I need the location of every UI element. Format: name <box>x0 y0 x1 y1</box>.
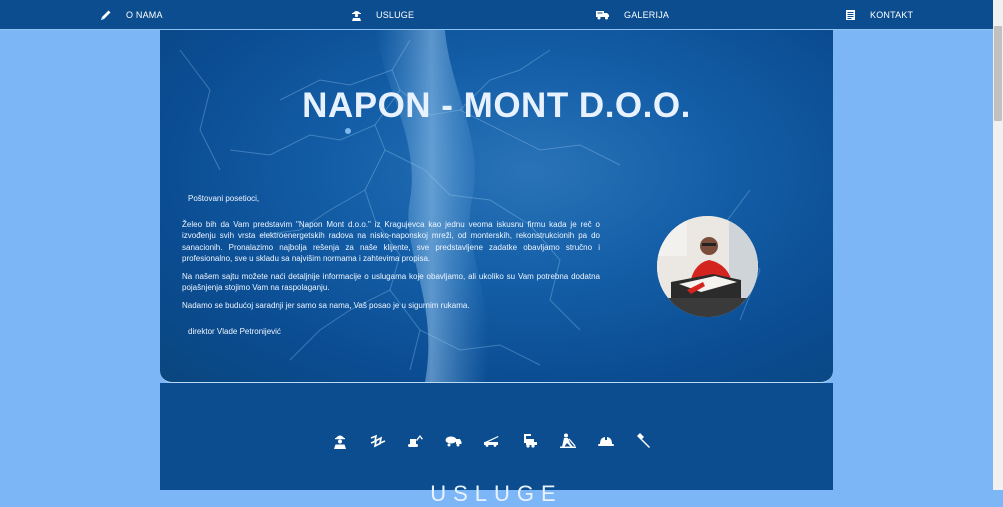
services-section: USLUGE <box>160 383 833 506</box>
top-navigation: O NAMA USLUGE GALERIJA KONTAKT <box>0 0 993 30</box>
nav-label: O NAMA <box>126 9 163 20</box>
loader-icon[interactable] <box>520 431 539 450</box>
page-title: NAPON - MONT D.O.O. <box>302 86 691 125</box>
letter-paragraph: Nadamo se budućoj saradnji jer samo sa n… <box>182 300 470 310</box>
letter-signature: direktor Vlade Petronijević <box>188 327 281 336</box>
excavator-icon[interactable] <box>406 431 425 450</box>
letter-greeting: Poštovani posetioci, <box>188 194 260 203</box>
decorative-dot <box>345 128 351 134</box>
document-icon <box>845 9 856 21</box>
power-line-icon[interactable] <box>368 431 387 450</box>
letter-paragraph: Na našem sajtu možete naći detaljnije in… <box>182 271 600 293</box>
concrete-mixer-icon[interactable] <box>444 431 463 450</box>
director-portrait <box>657 216 758 317</box>
letter-paragraph: Želeo bih da Vam predstavim "Napon Mont … <box>182 219 600 264</box>
nav-item-galerija[interactable]: GALERIJA <box>596 0 669 29</box>
worker-icon[interactable] <box>330 431 349 450</box>
nav-label: GALERIJA <box>624 9 670 20</box>
page-scrollbar[interactable] <box>993 0 1003 490</box>
services-heading: USLUGE <box>430 481 563 506</box>
hammer-icon[interactable] <box>634 431 653 450</box>
welcome-letter: Poštovani posetioci, Želeo bih da Vam pr… <box>182 193 600 344</box>
nav-label: USLUGE <box>376 9 415 20</box>
hero-section: NAPON - MONT D.O.O. Poštovani posetioci,… <box>160 30 833 383</box>
scrollbar-thumb[interactable] <box>994 26 1002 121</box>
service-icons-row <box>330 431 653 450</box>
nav-label: KONTAKT <box>870 9 914 20</box>
nav-item-kontakt[interactable]: KONTAKT <box>845 0 913 29</box>
pencil-icon <box>100 9 112 21</box>
truck-icon <box>596 9 610 20</box>
digging-worker-icon[interactable] <box>558 431 577 450</box>
nav-item-usluge[interactable]: USLUGE <box>351 0 414 29</box>
worker-icon <box>351 9 362 21</box>
crane-truck-icon[interactable] <box>482 431 501 450</box>
hard-hat-icon[interactable] <box>596 431 615 450</box>
nav-item-o-nama[interactable]: O NAMA <box>100 0 163 29</box>
